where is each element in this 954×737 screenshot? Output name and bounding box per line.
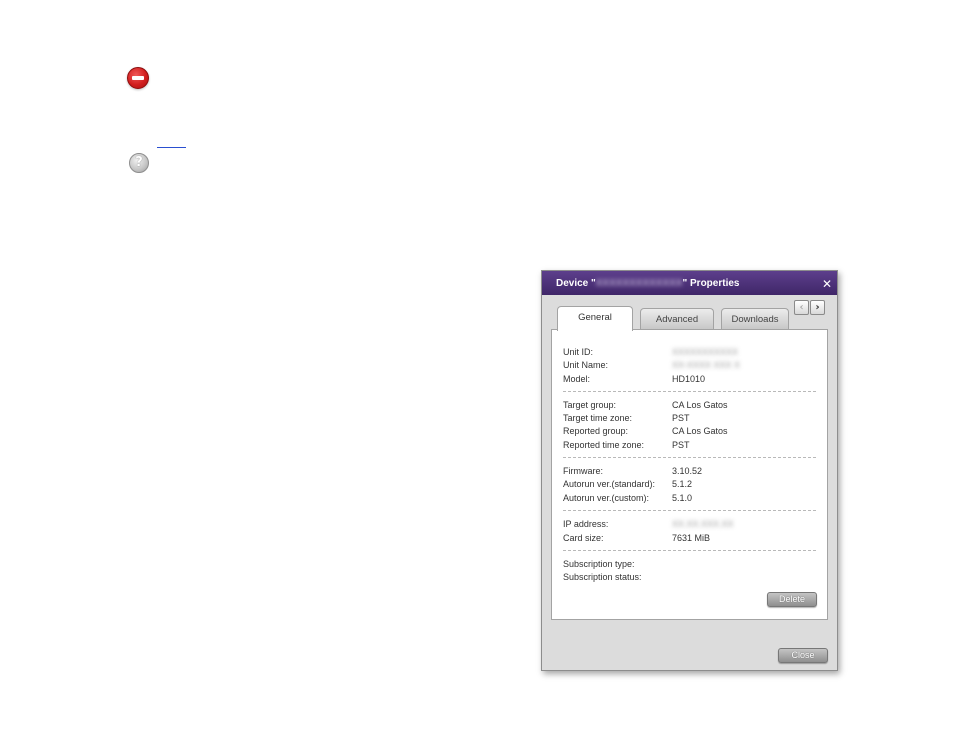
- close-button[interactable]: Close: [778, 648, 828, 663]
- reported-time-zone-label: Reported time zone:: [563, 440, 645, 450]
- ip-address-value: XX.XX.XXX.XX: [672, 519, 734, 529]
- firmware-value: 3.10.52: [672, 466, 703, 476]
- general-panel: Unit ID: XXXXXXXXXXX Unit Name: XX-XXXX …: [551, 329, 828, 620]
- autorun-custom-value: 5.1.0: [672, 493, 693, 503]
- unit-id-value: XXXXXXXXXXX: [672, 347, 739, 357]
- dialog-titlebar: Device "XXXXXXXXXXXXX" Properties ✕: [542, 271, 837, 295]
- tab-scroll-left-button[interactable]: ‹: [794, 300, 809, 315]
- close-icon[interactable]: ✕: [821, 278, 833, 290]
- reported-group-value: CA Los Gatos: [672, 426, 728, 436]
- delete-button[interactable]: Delete: [767, 592, 817, 607]
- device-properties-dialog: Device "XXXXXXXXXXXXX" Properties ✕ ‹ › …: [541, 270, 838, 671]
- page-link[interactable]: [157, 134, 186, 148]
- tab-general[interactable]: General: [557, 306, 633, 331]
- section-divider: [563, 510, 816, 511]
- dialog-title-device-id: XXXXXXXXXXXXX: [595, 278, 683, 289]
- section-divider: [563, 550, 816, 551]
- autorun-custom-label: Autorun ver.(custom):: [563, 493, 650, 503]
- autorun-standard-label: Autorun ver.(standard):: [563, 479, 656, 489]
- autorun-standard-value: 5.1.2: [672, 479, 693, 489]
- section-divider: [563, 391, 816, 392]
- target-time-zone-label: Target time zone:: [563, 413, 633, 423]
- tab-advanced[interactable]: Advanced: [640, 308, 714, 330]
- dialog-title-prefix: Device ": [556, 278, 596, 289]
- firmware-label: Firmware:: [563, 466, 603, 476]
- question-icon[interactable]: ?: [129, 153, 149, 173]
- unit-name-label: Unit Name:: [563, 360, 609, 370]
- subscription-type-label: Subscription type:: [563, 559, 635, 569]
- unit-id-label: Unit ID:: [563, 347, 594, 357]
- target-time-zone-value: PST: [672, 413, 690, 423]
- stop-icon: [127, 67, 149, 89]
- subscription-status-label: Subscription status:: [563, 572, 642, 582]
- model-value: HD1010: [672, 374, 706, 384]
- reported-time-zone-value: PST: [672, 440, 690, 450]
- target-group-label: Target group:: [563, 400, 617, 410]
- section-divider: [563, 457, 816, 458]
- tab-scroll-right-button[interactable]: ›: [810, 300, 825, 315]
- target-group-value: CA Los Gatos: [672, 400, 728, 410]
- tab-downloads[interactable]: Downloads: [721, 308, 789, 330]
- model-label: Model:: [563, 374, 591, 384]
- dialog-title-suffix: " Properties: [682, 278, 740, 289]
- card-size-label: Card size:: [563, 533, 604, 543]
- ip-address-label: IP address:: [563, 519, 609, 529]
- unit-name-value: XX-XXXX XXX X: [672, 360, 741, 370]
- reported-group-label: Reported group:: [563, 426, 629, 436]
- card-size-value: 7631 MiB: [672, 533, 711, 543]
